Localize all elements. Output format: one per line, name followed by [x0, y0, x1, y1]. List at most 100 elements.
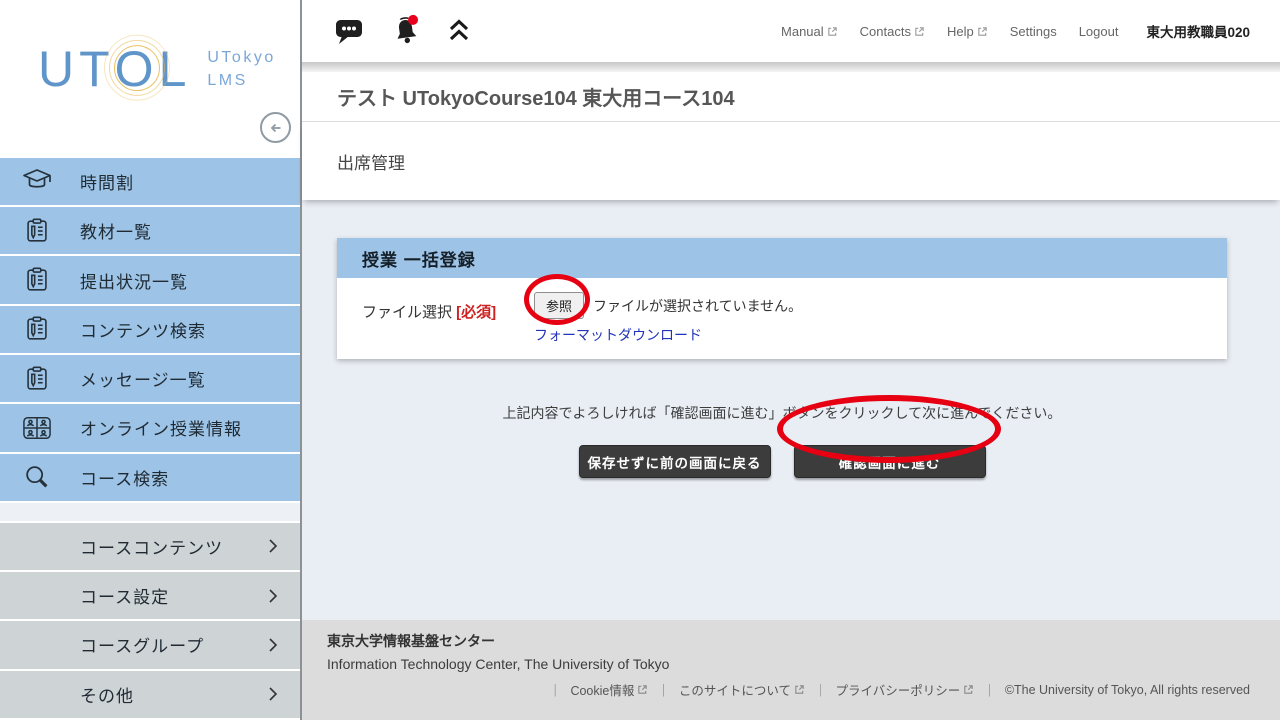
sidebar-item-materials[interactable]: 教材一覧 — [0, 207, 300, 254]
sidebar-item-content-search[interactable]: コンテンツ検索 — [0, 306, 300, 353]
no-file-selected-text: ファイルが選択されていません。 — [593, 296, 802, 316]
required-badge: [必須] — [456, 304, 496, 321]
topbar-icons — [334, 15, 470, 47]
content-search-icon — [20, 314, 54, 344]
panel-body: ファイル選択 [必須] 参照 ファイルが選択されていません。 フォーマットダウン… — [337, 278, 1227, 359]
logo-text-o: O — [115, 41, 159, 97]
help-link-label: Help — [947, 24, 974, 39]
format-download-link[interactable]: フォーマットダウンロード — [534, 325, 702, 345]
content-area: 授業 一括登録 ファイル選択 [必須] 参照 ファイルが選択されていません。 フ… — [302, 200, 1280, 620]
sidebar-item-course-search[interactable]: コース検索 — [0, 454, 300, 501]
manual-link-label: Manual — [781, 24, 824, 39]
help-link[interactable]: Help — [947, 24, 988, 39]
logo-subtitle-line1: UTokyo — [207, 46, 275, 69]
sidebar-item-label: オンライン授業情報 — [80, 415, 242, 440]
privacy-policy-link[interactable]: プライバシーポリシー — [836, 680, 975, 699]
chevron-right-icon — [268, 538, 278, 554]
sidebar-item-label: コースコンテンツ — [80, 534, 223, 559]
about-site-link-label: このサイトについて — [679, 680, 791, 699]
panel-title: 授業 一括登録 — [362, 246, 476, 271]
sidebar-item-course-group[interactable]: コースグループ — [0, 621, 300, 668]
sidebar-item-course-contents[interactable]: コースコンテンツ — [0, 523, 300, 570]
settings-link-label: Settings — [1010, 24, 1057, 39]
sidebar-item-message-list[interactable]: メッセージ一覧 — [0, 355, 300, 402]
separator: ｜ — [814, 680, 827, 699]
browse-button[interactable]: 参照 — [534, 292, 584, 319]
topbar: Manual Contacts Help Settings Logout 東 — [302, 0, 1280, 62]
file-select-label: ファイル選択 [必須] — [362, 292, 534, 345]
chat-icon[interactable] — [334, 17, 364, 45]
cookie-info-link-label: Cookie情報 — [570, 680, 634, 699]
proceed-to-confirm-button[interactable]: 確認画面に進む — [794, 445, 986, 478]
separator: ｜ — [657, 680, 670, 699]
materials-list-icon — [20, 216, 54, 246]
logo-area: UTOL UTokyo LMS — [0, 0, 300, 158]
chevron-right-icon — [268, 588, 278, 604]
sidebar-group-divider — [0, 503, 300, 521]
utol-logo: UTOL UTokyo LMS — [38, 44, 276, 94]
file-input-control: 参照 ファイルが選択されていません。 フォーマットダウンロード — [534, 292, 802, 345]
sidebar-item-label: 提出状況一覧 — [80, 268, 188, 293]
external-link-icon — [794, 684, 805, 695]
footer-links: ｜ Cookie情報 ｜ このサイトについて ｜ プライバシーポリシー ｜ ©T… — [327, 680, 1250, 699]
sidebar-item-label: 教材一覧 — [80, 218, 152, 243]
back-without-saving-button[interactable]: 保存せずに前の画面に戻る — [579, 445, 771, 478]
instruction-text: 上記内容でよろしければ「確認画面に進む」ボタンをクリックして次に進んでください。 — [337, 403, 1227, 423]
chevron-right-icon — [268, 686, 278, 702]
sidebar-item-label: コース検索 — [80, 465, 169, 490]
sidebar-item-label: コンテンツ検索 — [80, 317, 206, 342]
bell-icon[interactable] — [388, 13, 424, 49]
about-site-link[interactable]: このサイトについて — [679, 680, 805, 699]
proceed-area: 上記内容でよろしければ「確認画面に進む」ボタンをクリックして次に進んでください。… — [337, 403, 1227, 478]
footer: 東京大学情報基盤センター Information Technology Cent… — [302, 620, 1280, 720]
external-link-icon — [963, 684, 974, 695]
graduation-cap-icon — [20, 167, 54, 195]
privacy-policy-link-label: プライバシーポリシー — [836, 680, 961, 699]
bulk-registration-panel: 授業 一括登録 ファイル選択 [必須] 参照 ファイルが選択されていません。 フ… — [337, 238, 1227, 359]
manual-link[interactable]: Manual — [781, 24, 838, 39]
course-title: テスト UTokyoCourse104 東大用コース104 — [337, 82, 735, 111]
external-link-icon — [637, 684, 648, 695]
external-link-icon — [914, 26, 925, 37]
topbar-shadow — [302, 62, 1280, 72]
logo-subtitle-line2: LMS — [207, 69, 275, 92]
logo-wordmark: UTOL — [38, 44, 191, 94]
sidebar-item-online-class-info[interactable]: オンライン授業情報 — [0, 404, 300, 451]
topbar-right: Manual Contacts Help Settings Logout 東 — [781, 21, 1250, 41]
file-input-row: 参照 ファイルが選択されていません。 — [534, 292, 802, 319]
section-title-band: 出席管理 — [302, 122, 1280, 200]
cookie-info-link[interactable]: Cookie情報 — [570, 680, 648, 699]
panel-header: 授業 一括登録 — [337, 238, 1227, 278]
sidebar-collapse-button[interactable] — [260, 112, 291, 143]
contacts-link[interactable]: Contacts — [860, 24, 925, 39]
logo-o-with-rings: O — [115, 44, 159, 94]
separator: ｜ — [549, 680, 562, 699]
double-chevron-up-icon[interactable] — [448, 18, 470, 44]
logout-link[interactable]: Logout — [1079, 24, 1119, 39]
chevron-right-icon — [268, 637, 278, 653]
sidebar: UTOL UTokyo LMS 時間割 教材一覧 — [0, 0, 300, 720]
sidebar-item-label: 時間割 — [80, 169, 134, 194]
copyright-text: ©The University of Tokyo, All rights res… — [1005, 683, 1250, 697]
course-title-band: テスト UTokyoCourse104 東大用コース104 — [302, 72, 1280, 122]
sidebar-item-others[interactable]: その他 — [0, 671, 300, 718]
action-button-row: 保存せずに前の画面に戻る 確認画面に進む — [337, 445, 1227, 478]
sidebar-item-course-settings[interactable]: コース設定 — [0, 572, 300, 619]
logout-link-label: Logout — [1079, 24, 1119, 39]
section-title: 出席管理 — [337, 149, 405, 174]
settings-link[interactable]: Settings — [1010, 24, 1057, 39]
arrow-left-icon — [268, 120, 284, 136]
utol-lms-app: UTOL UTokyo LMS 時間割 教材一覧 — [0, 0, 1280, 720]
submission-status-icon — [20, 265, 54, 295]
sidebar-item-label: コース設定 — [80, 583, 169, 608]
search-icon — [20, 462, 54, 492]
separator: ｜ — [983, 680, 996, 699]
main-area: Manual Contacts Help Settings Logout 東 — [300, 0, 1280, 720]
sidebar-item-submission-status[interactable]: 提出状況一覧 — [0, 256, 300, 303]
external-link-icon — [827, 26, 838, 37]
external-link-icon — [977, 26, 988, 37]
message-list-icon — [20, 364, 54, 394]
sidebar-item-timetable[interactable]: 時間割 — [0, 158, 300, 205]
file-select-label-text: ファイル選択 — [362, 304, 456, 321]
sidebar-item-label: コースグループ — [80, 632, 204, 657]
